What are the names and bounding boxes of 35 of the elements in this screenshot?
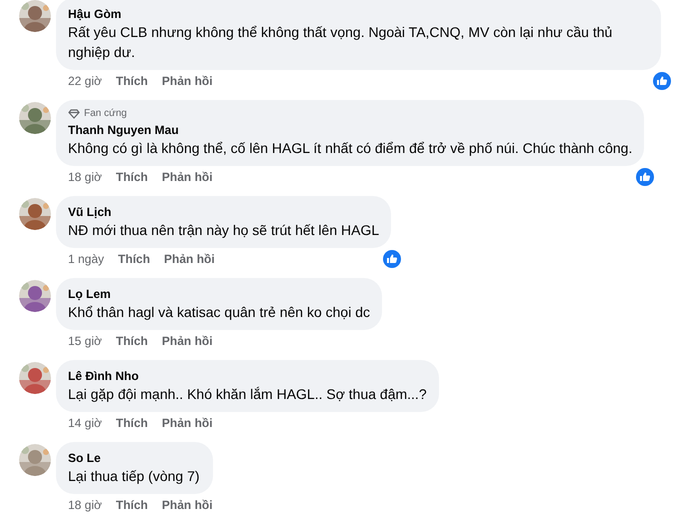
comment-time[interactable]: 14 giờ: [68, 414, 102, 432]
like-link[interactable]: Thích: [118, 250, 150, 268]
reply-link[interactable]: Phản hồi: [162, 332, 213, 350]
comment-time[interactable]: 1 ngày: [68, 250, 104, 268]
author-name[interactable]: Lê Đình Nho: [68, 368, 427, 384]
thumbs-up-icon[interactable]: [636, 168, 654, 186]
comment-time[interactable]: 22 giờ: [68, 72, 102, 90]
reply-link[interactable]: Phản hồi: [162, 496, 213, 514]
author-name[interactable]: Lọ Lem: [68, 286, 370, 302]
fan-label: Fan cứng: [84, 108, 127, 120]
like-link[interactable]: Thích: [116, 72, 148, 90]
comment-text: Rất yêu CLB nhưng không thể không thất vọng. Ngoài TA,CNQ, MV còn lại như cầu thủ nghiệp dư.: [68, 23, 614, 62]
author-name[interactable]: So Le: [68, 450, 201, 466]
reply-link[interactable]: Phản hồi: [162, 414, 213, 432]
comment-text: Lại thua tiếp (vòng 7): [68, 467, 201, 486]
author-name[interactable]: Vũ Lịch: [68, 204, 380, 220]
like-link[interactable]: Thích: [116, 168, 148, 186]
comment-text: NĐ mới thua nên trận này họ sẽ trút hết lên HAGL: [68, 221, 380, 240]
comment-text: Lại gặp đội mạnh.. Khó khăn lắm HAGL.. Sợ thua đậm...?: [68, 385, 427, 404]
like-link[interactable]: Thích: [116, 496, 148, 514]
thumbs-up-icon[interactable]: [653, 72, 671, 90]
diamond-icon: [68, 109, 80, 119]
comment-time[interactable]: 15 giờ: [68, 332, 102, 350]
reply-link[interactable]: Phản hồi: [164, 250, 215, 268]
comment-time[interactable]: 18 giờ: [68, 496, 102, 514]
author-name[interactable]: Thanh Nguyen Mau: [68, 122, 632, 138]
reply-link[interactable]: Phản hồi: [162, 72, 213, 90]
comment-text: Không có gì là không thể, cố lên HAGL ít nhất có điểm để trở về phố núi. Chúc thành công.: [68, 139, 632, 158]
thumbs-up-icon[interactable]: [383, 250, 402, 268]
like-link[interactable]: Thích: [116, 332, 148, 350]
like-link[interactable]: Thích: [116, 414, 148, 432]
author-name[interactable]: Hậu Gòm: [68, 6, 649, 22]
comment-time[interactable]: 18 giờ: [68, 168, 102, 186]
comment-text: Khổ thân hagl và katisac quân trẻ nên ko chọi dc: [68, 303, 370, 322]
reply-link[interactable]: Phản hồi: [162, 168, 213, 186]
